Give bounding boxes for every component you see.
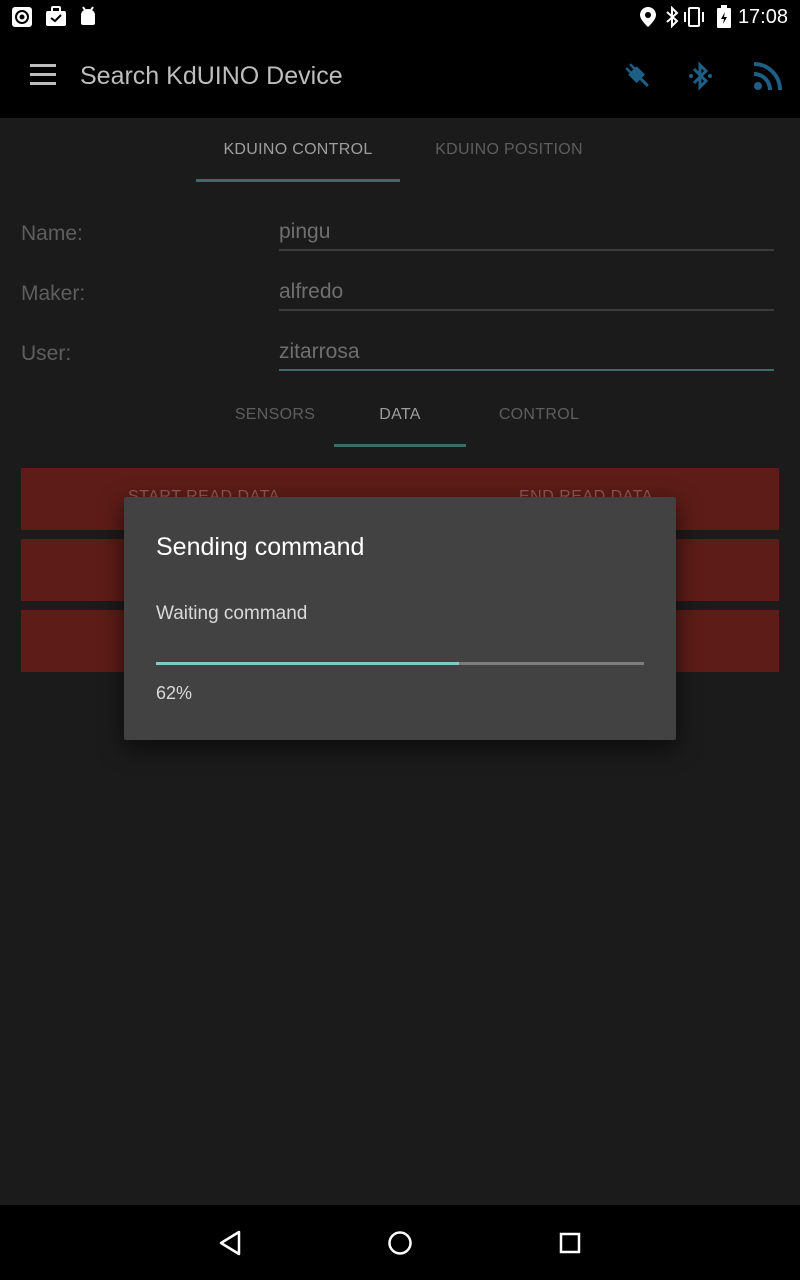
name-label: Name: bbox=[21, 222, 83, 245]
rss-feed-icon[interactable] bbox=[748, 56, 788, 96]
android-debug-icon bbox=[76, 5, 100, 29]
navigation-bar bbox=[0, 1205, 800, 1280]
menu-icon[interactable] bbox=[30, 64, 56, 86]
user-field[interactable] bbox=[279, 335, 774, 371]
status-bar: 17:08 bbox=[0, 0, 800, 34]
plug-connect-icon[interactable] bbox=[618, 56, 658, 96]
progress-bar-fill bbox=[156, 662, 459, 665]
clock: 17:08 bbox=[737, 6, 788, 28]
recents-icon[interactable] bbox=[550, 1223, 590, 1263]
tab-control[interactable]: CONTROL bbox=[470, 384, 608, 446]
progress-bar bbox=[156, 662, 644, 665]
battery-icon bbox=[712, 5, 736, 29]
tab-sensors[interactable]: SENSORS bbox=[215, 384, 335, 446]
app-bar: Search KdUINO Device bbox=[0, 34, 800, 118]
tab-kduino-position[interactable]: KDUINO POSITION bbox=[410, 118, 608, 182]
location-icon bbox=[636, 5, 660, 29]
app-title: Search KdUINO Device bbox=[80, 62, 343, 90]
bluetooth-searching-icon[interactable] bbox=[682, 56, 722, 96]
maker-label: Maker: bbox=[21, 282, 86, 305]
tab-data[interactable]: DATA bbox=[334, 384, 466, 446]
main-tab-bar: KDUINO CONTROL KDUINO POSITION bbox=[0, 118, 800, 182]
vibrate-icon bbox=[682, 5, 706, 29]
briefcase-icon bbox=[44, 5, 68, 29]
home-icon[interactable] bbox=[380, 1223, 420, 1263]
tab-kduino-control[interactable]: KDUINO CONTROL bbox=[196, 118, 400, 182]
user-label: User: bbox=[21, 342, 72, 365]
tab-indicator bbox=[196, 179, 400, 182]
name-field[interactable] bbox=[279, 215, 774, 251]
progress-percent: 62% bbox=[156, 683, 193, 703]
sync-icon bbox=[10, 5, 34, 29]
dialog-message: Waiting command bbox=[156, 603, 308, 624]
back-icon[interactable] bbox=[210, 1223, 250, 1263]
dialog-title: Sending command bbox=[156, 533, 365, 561]
progress-dialog: Sending command Waiting command 62% bbox=[124, 497, 676, 740]
maker-field[interactable] bbox=[279, 275, 774, 311]
bluetooth-icon bbox=[660, 5, 684, 29]
sub-tab-indicator bbox=[334, 444, 466, 447]
